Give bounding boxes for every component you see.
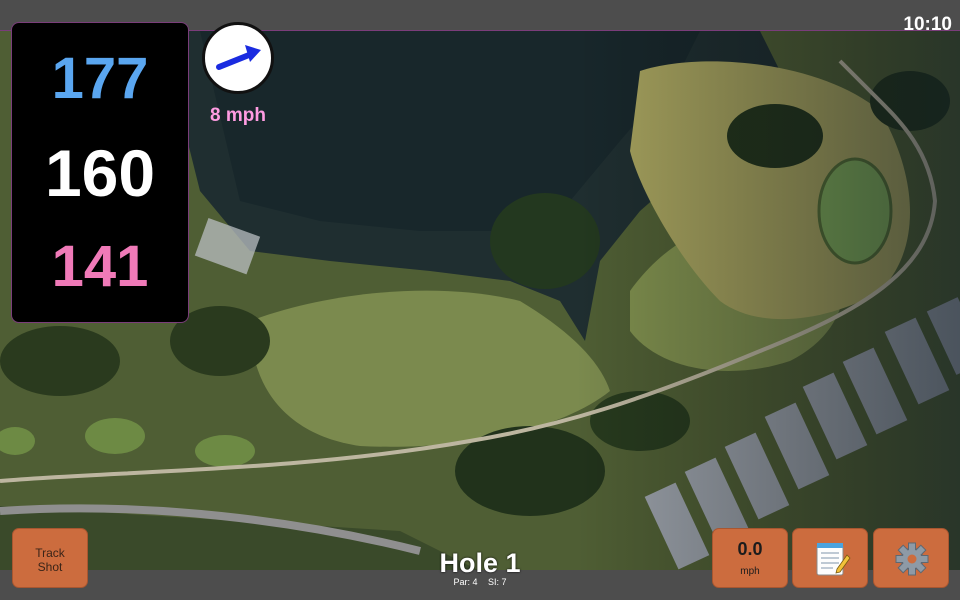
- speed-value: 0.0: [737, 539, 763, 559]
- track-shot-button[interactable]: Track Shot: [12, 528, 88, 588]
- settings-button[interactable]: [873, 528, 949, 588]
- middle-yardage: 160: [44, 136, 156, 210]
- wind-direction-arrow-icon: [216, 45, 261, 70]
- track-shot-label-line1: Track: [35, 546, 65, 560]
- hole-info: Par: 4 SI: 7: [380, 577, 580, 587]
- yardage-panel: 177 160 141: [11, 22, 189, 323]
- wind-indicator: [202, 22, 274, 94]
- back-yardage: 177: [51, 46, 149, 111]
- wind-speed: 8 mph: [210, 105, 266, 126]
- hole-stroke-index: SI: 7: [488, 577, 507, 587]
- hole-title[interactable]: Hole 1: [380, 548, 580, 579]
- speed-button[interactable]: 0.0 mph: [712, 528, 788, 588]
- notes-button[interactable]: [792, 528, 868, 588]
- track-shot-label-line2: Shot: [37, 560, 63, 574]
- front-yardage: 141: [51, 234, 149, 299]
- speed-unit: mph: [740, 566, 760, 577]
- gear-icon: [895, 542, 929, 576]
- hole-par: Par: 4: [453, 577, 478, 587]
- notepad-icon: [816, 543, 851, 576]
